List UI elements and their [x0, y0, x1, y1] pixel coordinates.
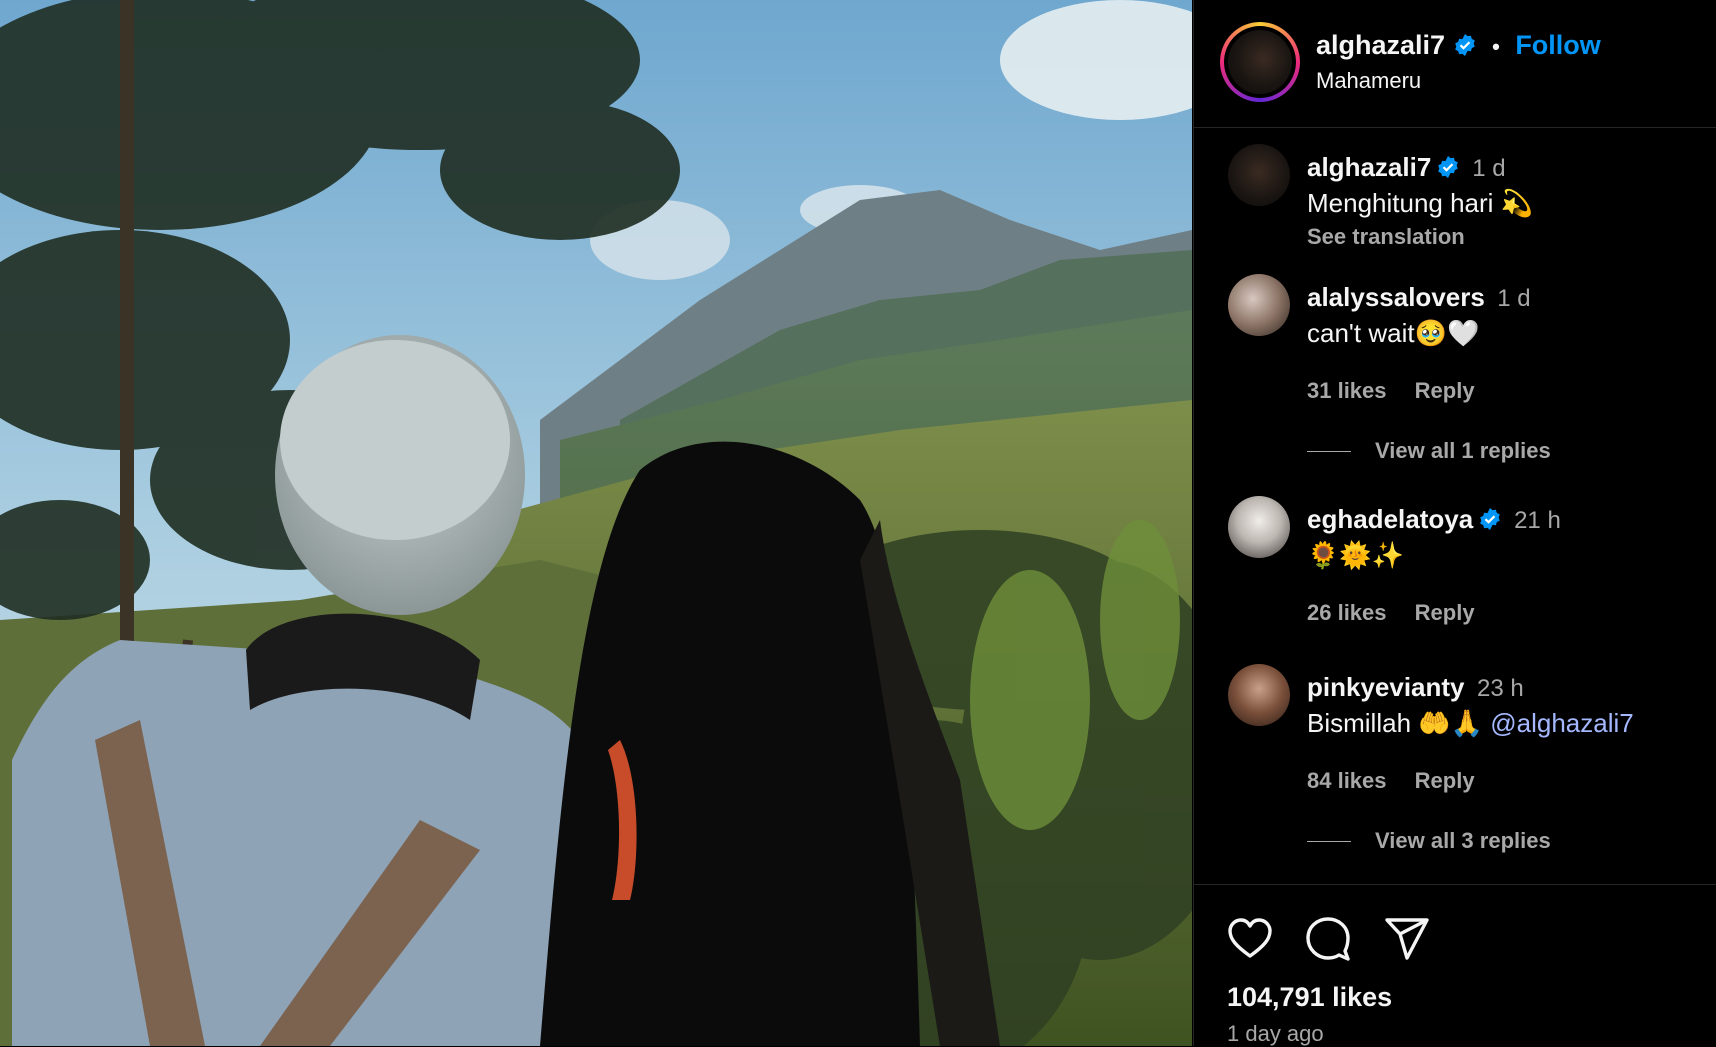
action-icons [1226, 915, 1457, 963]
avatar[interactable] [1228, 144, 1290, 206]
comment-meta: 84 likes Reply [1307, 768, 1497, 794]
comment-likes[interactable]: 26 likes [1307, 600, 1387, 625]
comment-text: Menghitung hari 💫 [1307, 188, 1534, 218]
view-replies-button[interactable]: View all 1 replies [1307, 438, 1551, 464]
see-translation-link[interactable]: See translation [1307, 224, 1465, 250]
comment-text-body: Bismillah 🤲🙏 [1307, 708, 1483, 738]
post-header: alghazali7 • Follow Mahameru [1194, 0, 1716, 128]
reply-button[interactable]: Reply [1415, 768, 1475, 793]
divider [1307, 841, 1351, 842]
comment-username[interactable]: alghazali7 [1307, 152, 1431, 182]
post-image [0, 0, 1192, 1046]
header-separator: • [1492, 34, 1500, 59]
comment-time[interactable]: 23 h [1477, 675, 1524, 702]
comment-time[interactable]: 1 d [1472, 155, 1505, 182]
comment-header: pinkyevianty 23 h [1307, 672, 1524, 703]
comment-text: 🌻🌞✨ [1307, 540, 1405, 570]
post-likes-count[interactable]: 104,791 likes [1227, 982, 1392, 1013]
avatar[interactable] [1228, 274, 1290, 336]
reply-button[interactable]: Reply [1415, 378, 1475, 403]
view-replies-button[interactable]: View all 3 replies [1307, 828, 1551, 854]
comments-list[interactable]: alghazali7 1 d Menghitung hari 💫 See tra… [1194, 128, 1716, 883]
comment-header: alalyssalovers 1 d [1307, 282, 1531, 313]
comment-username[interactable]: alalyssalovers [1307, 282, 1485, 312]
share-icon[interactable] [1383, 915, 1431, 963]
comment-likes[interactable]: 31 likes [1307, 378, 1387, 403]
comment-meta: 26 likes Reply [1307, 600, 1497, 626]
avatar[interactable] [1228, 496, 1290, 558]
mention-link[interactable]: @alghazali7 [1490, 708, 1633, 738]
avatar[interactable] [1228, 664, 1290, 726]
comment: eghadelatoya 21 h 🌻🌞✨ 26 likes Reply [1194, 496, 1716, 634]
comment-username[interactable]: eghadelatoya [1307, 504, 1473, 534]
follow-button[interactable]: Follow [1515, 30, 1600, 60]
verified-badge-icon [1454, 34, 1475, 56]
comment-meta: 31 likes Reply [1307, 378, 1497, 404]
comment-icon[interactable] [1304, 915, 1352, 963]
post-timestamp[interactable]: 1 day ago [1227, 1021, 1324, 1047]
header-user-line: alghazali7 • Follow [1316, 30, 1601, 61]
comment-likes[interactable]: 84 likes [1307, 768, 1387, 793]
comment-time[interactable]: 21 h [1514, 507, 1561, 534]
author-avatar[interactable] [1220, 22, 1300, 102]
comment: alalyssalovers 1 d can't wait🥹🤍 31 likes… [1194, 274, 1716, 463]
verified-badge-icon [1479, 508, 1500, 530]
comment-header: eghadelatoya 21 h [1307, 504, 1561, 535]
author-username[interactable]: alghazali7 [1316, 30, 1445, 60]
divider [1307, 451, 1351, 452]
post-photo[interactable] [0, 0, 1192, 1046]
verified-badge-icon [1437, 156, 1458, 178]
comment-username[interactable]: pinkyevianty [1307, 672, 1465, 702]
post-actions: 104,791 likes 1 day ago [1194, 884, 1716, 1047]
comment: pinkyevianty 23 h Bismillah 🤲🙏 @alghazal… [1194, 664, 1716, 854]
comment-time[interactable]: 1 d [1497, 285, 1530, 312]
view-replies-label: View all 3 replies [1375, 828, 1551, 853]
comment-text: can't wait🥹🤍 [1307, 318, 1480, 348]
post-sidebar: alghazali7 • Follow Mahameru alghazali7 … [1193, 0, 1716, 1046]
caption: alghazali7 1 d Menghitung hari 💫 See tra… [1194, 144, 1716, 262]
post-location[interactable]: Mahameru [1316, 68, 1421, 94]
view-replies-label: View all 1 replies [1375, 438, 1551, 463]
reply-button[interactable]: Reply [1415, 600, 1475, 625]
heart-icon[interactable] [1226, 915, 1274, 963]
caption-header: alghazali7 1 d [1307, 152, 1506, 183]
comment-text: Bismillah 🤲🙏 @alghazali7 [1307, 708, 1634, 739]
